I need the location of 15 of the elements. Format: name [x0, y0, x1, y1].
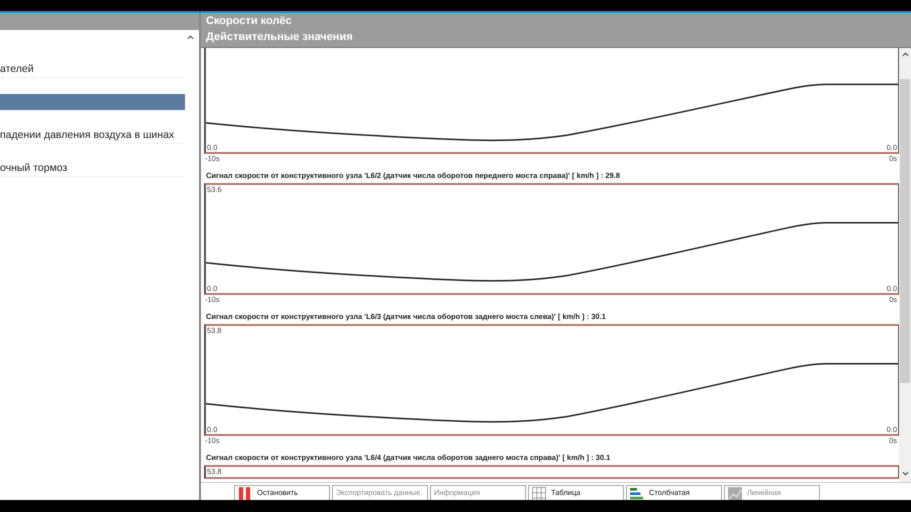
- panel-title: Скорости колёс: [206, 14, 293, 29]
- sidebar-item[interactable]: очный тормоз: [0, 160, 185, 177]
- stop-icon: [238, 487, 252, 500]
- sidebar-item[interactable]: [0, 94, 185, 111]
- scroll-down-icon[interactable]: [902, 471, 908, 476]
- scroll-up-icon[interactable]: [902, 52, 908, 57]
- collapse-caret-icon[interactable]: [187, 35, 194, 40]
- sidebar-item[interactable]: падении давления воздуха в шинах: [0, 127, 185, 144]
- scrollbar-thumb[interactable]: [900, 79, 910, 383]
- panel-subtitle: Действительные значения: [206, 30, 354, 45]
- line-chart-icon: [728, 487, 742, 500]
- bar-chart-icon: [630, 487, 644, 500]
- sidebar-item[interactable]: ателей: [0, 61, 185, 78]
- scrollbar[interactable]: [899, 48, 911, 482]
- table-icon: [532, 487, 546, 500]
